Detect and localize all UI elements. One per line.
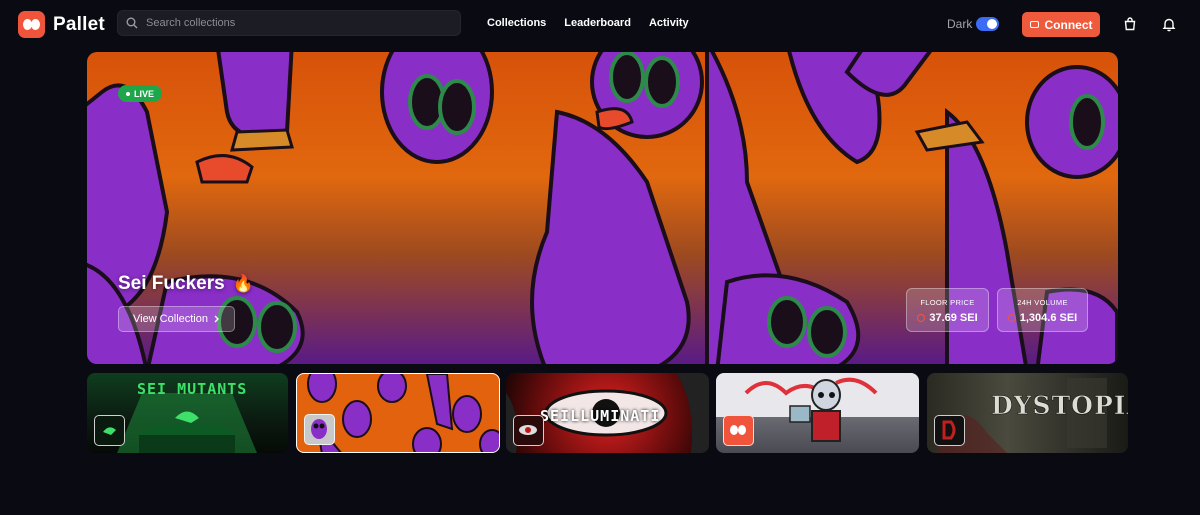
sei-token-icon [917,314,926,322]
toggle-knob [987,19,997,29]
floor-price-label: FLOOR PRICE [920,298,975,307]
theme-label: Dark [947,17,973,31]
volume-value: 1,304.6 SEI [1019,312,1078,324]
collection-title: Sei Fuckers 🔥 [118,273,254,295]
sei-fuckers-logo-icon [311,419,327,439]
live-badge: LIVE [118,85,163,102]
collection-card-seilluminati[interactable]: SEILLUMINATI [506,373,709,453]
collection-thumbnail [513,415,544,446]
search-input[interactable] [146,17,446,29]
collection-thumbnail [304,414,335,445]
shopping-bag-icon[interactable] [1122,16,1138,32]
collection-name: Sei Fuckers [118,273,225,294]
main-nav-links: Collections Leaderboard Activity [487,17,689,29]
nav-link-activity[interactable]: Activity [649,17,689,29]
floor-price-value: 37.69 SEI [929,312,978,324]
pallet-logo-icon [730,425,746,435]
mutant-logo-icon [103,427,116,435]
collection-thumbnail [934,415,965,446]
brand-name: Pallet [53,13,105,35]
chevron-right-icon [214,315,219,323]
volume-stat: 24H VOLUME 1,304.6 SEI [997,288,1088,332]
collection-card-dystopia[interactable]: DYSTOPIA [927,373,1128,453]
connect-button[interactable]: Connect [1022,12,1100,37]
live-label: LIVE [134,88,155,99]
card-title: DYSTOPIA [991,391,1128,421]
collection-card-sei-mutants[interactable]: SEI MUTANTS [87,373,288,453]
dystopia-logo-icon [942,420,956,440]
dark-mode-toggle[interactable] [976,17,999,31]
collection-card-sei-bot[interactable] [716,373,919,453]
collection-thumbnail [723,415,754,446]
featured-collection-banner[interactable]: LIVE Sei Fuckers 🔥 View Collection FLOOR… [87,52,1118,364]
fire-icon: 🔥 [232,274,254,293]
nav-link-collections[interactable]: Collections [487,17,546,29]
search-icon [126,17,138,29]
logo[interactable]: Pallet [18,11,105,38]
view-collection-button[interactable]: View Collection [118,306,235,332]
collection-card-sei-fuckers[interactable] [296,373,500,453]
top-nav: Pallet Collections Leaderboard Activity … [0,0,1200,48]
sei-token-icon [1007,314,1016,322]
volume-label: 24H VOLUME [1017,298,1068,307]
live-dot-icon [126,91,130,96]
card-title: SEI MUTANTS [137,380,248,398]
wallet-icon [1029,21,1039,28]
view-collection-label: View Collection [132,313,208,325]
search-bar[interactable] [117,10,461,36]
floor-price-stat: FLOOR PRICE 37.69 SEI [906,288,989,332]
collection-thumbnail [94,415,125,446]
card-title: SEILLUMINATI [540,407,661,425]
pallet-logo-icon [18,11,45,38]
eye-logo-icon [519,425,537,435]
connect-label: Connect [1044,17,1093,32]
nav-link-leaderboard[interactable]: Leaderboard [564,17,631,29]
bell-icon[interactable] [1161,16,1177,32]
